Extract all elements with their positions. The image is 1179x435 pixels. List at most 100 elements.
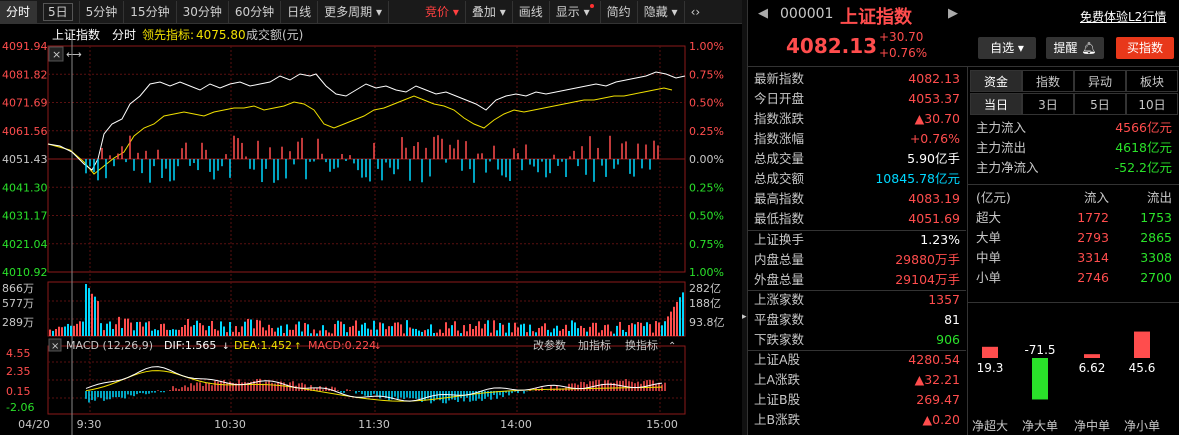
chevron-right-icon[interactable]: ▶ <box>948 6 958 21</box>
tab-flow-0[interactable]: 资金 <box>970 70 1022 92</box>
stat-value: 4051.69 <box>908 211 960 226</box>
pct-tick: 0.25% <box>689 125 724 138</box>
stat-label: 指数涨幅 <box>754 131 805 146</box>
stat-label: 最低指数 <box>754 211 805 226</box>
tab-flow-3[interactable]: 板块 <box>1126 70 1178 92</box>
stat-row: 最高指数 4083.19 <box>748 189 966 209</box>
main-flow-summary: 主力流入 4566亿元 主力流出 4618亿元 主力净流入 -52.2亿元 <box>976 120 1172 175</box>
tab-period-0[interactable]: 当日 <box>970 93 1022 115</box>
stat-value: 5.90亿手 <box>907 151 960 166</box>
flow-row-label: 小单 <box>976 270 1002 285</box>
stat-row: 指数涨幅 +0.76% <box>748 129 966 149</box>
alert-button[interactable]: 提醒 🔔︎ <box>1046 37 1104 59</box>
volume-tick: 866万 <box>2 282 34 295</box>
stats-block-3: 上涨家数 1357 平盘家数 81 下跌家数 906 <box>748 290 966 350</box>
tab-flow-1[interactable]: 指数 <box>1022 70 1074 92</box>
expand-icon[interactable]: ⟷ <box>66 48 82 61</box>
bell-icon: 🔔︎ <box>1081 41 1097 55</box>
tab-5min[interactable]: 5分钟 <box>80 0 125 23</box>
l2-trial-link[interactable]: 免费体验L2行情 <box>1080 8 1166 25</box>
watchlist-button[interactable]: 自选 ▾ <box>978 37 1036 59</box>
stat-value: 81 <box>944 312 960 327</box>
tab-flow-2[interactable]: 异动 <box>1074 70 1126 92</box>
volume-tick: 93.8亿 <box>689 316 725 329</box>
tab-60min[interactable]: 60分钟 <box>229 0 282 23</box>
stat-label: 上证A股 <box>754 352 801 367</box>
turnover-label: 成交额(元) <box>246 27 303 42</box>
pct-tick: 0.75% <box>689 68 724 81</box>
flow-row-label: 大单 <box>976 230 1002 245</box>
stat-value: 269.47 <box>916 392 960 407</box>
time-label: 9:30 <box>77 418 102 431</box>
close-icon[interactable]: × <box>52 48 61 61</box>
tab-timeshare[interactable]: 分时 <box>0 0 38 23</box>
chevron-down-icon: ▾ <box>376 4 383 19</box>
stat-value: ▲30.70 <box>914 111 960 126</box>
pct-tick: 0.50% <box>689 97 724 110</box>
macd-tick: -2.06 <box>6 401 34 414</box>
time-label: 04/20 <box>18 418 50 431</box>
quote-panel: ◀ 000001 上证指数 ▶ 免费体验L2行情 4082.13 +30.70 … <box>747 0 1179 435</box>
stat-value: ▲32.21 <box>914 372 960 387</box>
tab-5day[interactable]: 5日 <box>37 0 80 23</box>
tab-period-1[interactable]: 3日 <box>1022 93 1074 115</box>
timeshare-chart[interactable]: 上证指数 分时 领先指标: 4075.80 成交额(元) × ⟷ 4091.94… <box>0 24 742 435</box>
collapse-toggle-icon[interactable]: ‹› <box>685 1 707 23</box>
volume-tick: 289万 <box>2 316 34 329</box>
buy-index-button[interactable]: 买指数 <box>1116 37 1174 59</box>
collapse-up-icon[interactable]: ⌃ <box>668 341 676 352</box>
tab-period-2[interactable]: 5日 <box>1074 93 1126 115</box>
stock-code: 000001 <box>780 6 834 22</box>
volume-tick: 282亿 <box>689 282 721 295</box>
stat-label: 上证B股 <box>754 392 801 407</box>
current-price: 4082.13 <box>786 34 878 58</box>
chart-mode: 分时 <box>112 28 136 42</box>
chart-title: 上证指数 <box>52 27 100 42</box>
price-tick: 4010.92 <box>2 266 48 279</box>
tab-30min[interactable]: 30分钟 <box>177 0 229 23</box>
stats-block-2: 上证换手 1.23% 内盘总量 29880万手 外盘总量 29104万手 <box>748 230 966 290</box>
price-tick: 4051.43 <box>2 153 48 166</box>
simple-mode-button[interactable]: 简约 <box>601 0 638 23</box>
auction-dropdown[interactable]: 竞价 ▾ <box>419 0 466 23</box>
stat-row: 外盘总量 29104万手 <box>748 270 966 290</box>
stat-label: 最新指数 <box>754 71 805 86</box>
stat-row: 上证A股 4280.54 <box>748 350 966 370</box>
flow-row: 大单 2793 2865 <box>970 228 1178 248</box>
tab-daily[interactable]: 日线 <box>281 0 319 23</box>
hide-dropdown[interactable]: 隐藏 ▾ <box>638 0 685 23</box>
net-flow-value: 19.3 <box>977 361 1004 375</box>
flow-period-bar: 当日 3日 5日 10日 <box>970 93 1178 115</box>
flow-table: (亿元) 流入 流出 超大 1772 1753 大单 2793 2865 中单 33… <box>970 188 1178 288</box>
stat-value: 10845.78亿元 <box>875 171 960 186</box>
stat-row: 指数涨跌 ▲30.70 <box>748 109 966 129</box>
volume-tick: 188亿 <box>689 297 721 310</box>
pct-tick: 1.00% <box>689 40 724 53</box>
pct-tick: 1.00% <box>689 266 724 279</box>
price-tick: 4091.94 <box>2 40 48 53</box>
chevron-left-icon[interactable]: ◀ <box>758 6 768 21</box>
arrow-down-icon: ↓ <box>374 342 382 352</box>
stat-row: 上证换手 1.23% <box>748 230 966 250</box>
flow-tab-bar: 资金 指数 异动 板块 <box>970 70 1178 92</box>
stat-value: +0.76% <box>909 131 960 146</box>
tab-period-3[interactable]: 10日 <box>1126 93 1178 115</box>
pct-tick: 0.75% <box>689 238 724 251</box>
tab-15min[interactable]: 15分钟 <box>124 0 177 23</box>
more-periods-dropdown[interactable]: 更多周期 ▾ <box>318 0 390 23</box>
stat-label: 外盘总量 <box>754 272 805 287</box>
flow-row-in: 1772 <box>1077 210 1109 225</box>
overlay-dropdown[interactable]: 叠加 ▾ <box>466 0 513 23</box>
price-tick: 4041.30 <box>2 181 48 194</box>
stat-row: 上B涨跌 ▲0.20 <box>748 410 966 430</box>
flow-row-out: 2865 <box>1140 230 1172 245</box>
stat-label: 平盘家数 <box>754 312 805 327</box>
display-dropdown[interactable]: 显示 ▾ <box>550 0 601 23</box>
macd-add-indicator-link[interactable]: 加指标 <box>578 338 611 352</box>
close-icon[interactable]: × <box>51 341 59 352</box>
price-change: +30.70 <box>879 30 924 44</box>
macd-edit-params-link[interactable]: 改参数 <box>533 338 566 352</box>
macd-switch-indicator-link[interactable]: 换指标 <box>625 338 658 352</box>
stat-row: 总成交额 10845.78亿元 <box>748 169 966 189</box>
draw-line-button[interactable]: 画线 <box>513 0 550 23</box>
